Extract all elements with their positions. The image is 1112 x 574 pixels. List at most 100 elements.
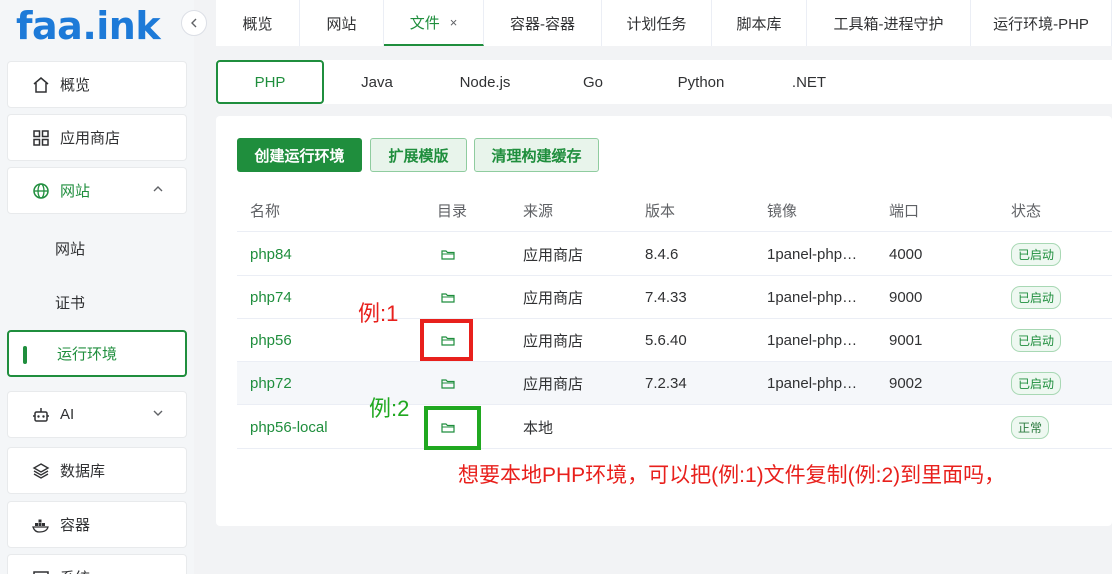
folder-icon[interactable] xyxy=(441,362,455,405)
port-cell: 4000 xyxy=(889,246,923,263)
runtime-tabs: PHP Java Node.js Go Python .NET xyxy=(216,60,1112,104)
image-cell: 1panel-php… xyxy=(767,289,858,306)
column-header: 状态 xyxy=(1011,202,1042,220)
runtime-name-link[interactable]: php72 xyxy=(250,362,292,405)
port-cell: 9000 xyxy=(889,289,923,306)
column-header: 镜像 xyxy=(767,202,798,220)
status-badge: 已启动 xyxy=(1011,329,1062,352)
extension-template-button[interactable]: 扩展模版 xyxy=(370,138,467,172)
sidebar-item-label: 网站 xyxy=(60,183,91,200)
version-cell: 7.2.34 xyxy=(645,375,687,392)
tab-label: 文件 xyxy=(409,14,440,32)
globe-icon xyxy=(32,182,50,200)
sidebar-item-ai[interactable]: AI xyxy=(7,391,187,438)
table-row[interactable]: php84 应用商店 8.4.6 1panel-php… 4000 已启动 xyxy=(237,233,1112,276)
status-badge: 已启动 xyxy=(1011,372,1062,395)
sidebar-item-overview[interactable]: 概览 xyxy=(7,61,187,108)
robot-icon xyxy=(32,406,50,424)
runtime-tab-java[interactable]: Java xyxy=(323,60,431,104)
image-cell xyxy=(767,405,859,449)
tab-overview[interactable]: 概览 xyxy=(216,0,300,46)
sidebar-subitem-runtime[interactable]: 运行环境 xyxy=(7,330,187,377)
tab-label: 网站 xyxy=(326,15,357,33)
sidebar-item-label: AI xyxy=(60,406,75,423)
clear-build-cache-button[interactable]: 清理构建缓存 xyxy=(474,138,599,172)
top-tab-bar: 概览 网站 文件 × 容器-容器 计划任务 脚本库 工具箱-进程守护 运行环境-P… xyxy=(216,0,1112,46)
grid-icon xyxy=(32,129,50,147)
monitor-icon xyxy=(32,569,50,574)
tab-files[interactable]: 文件 × xyxy=(384,0,484,46)
tab-toolbox[interactable]: 工具箱-进程守护 xyxy=(807,0,971,46)
tab-website[interactable]: 网站 xyxy=(300,0,384,46)
version-cell: 5.6.40 xyxy=(645,332,687,349)
status-cell: 已启动 xyxy=(1011,319,1062,362)
source-cell: 应用商店 xyxy=(523,247,584,264)
tab-scripts[interactable]: 脚本库 xyxy=(712,0,807,46)
port-cell: 9002 xyxy=(889,375,923,392)
runtime-name-link[interactable]: php84 xyxy=(250,233,292,276)
status-cell: 已启动 xyxy=(1011,362,1062,405)
version-cell: 8.4.6 xyxy=(645,246,679,263)
logo: faa.ink xyxy=(16,4,161,48)
column-header: 目录 xyxy=(437,202,468,220)
image-cell: 1panel-php… xyxy=(767,375,858,392)
annotation-red-box xyxy=(420,319,473,361)
tab-label: 脚本库 xyxy=(736,15,782,33)
runtime-tab-python[interactable]: Python xyxy=(647,60,755,104)
image-cell: 1panel-php… xyxy=(767,246,858,263)
sidebar-item-label: 数据库 xyxy=(60,463,106,480)
tab-runtime-php[interactable]: 运行环境-PHP xyxy=(971,0,1112,46)
annotation-example-2: 例:2 xyxy=(369,396,410,421)
active-indicator xyxy=(23,346,27,364)
runtime-tab-dotnet[interactable]: .NET xyxy=(755,60,863,104)
sidebar-item-app-store[interactable]: 应用商店 xyxy=(7,114,187,161)
sidebar: faa.ink 概览 应用商店 网站 网站 证书 运行环境 AI 数据库 容器 xyxy=(0,0,194,574)
runtime-name-link[interactable]: php56 xyxy=(250,319,292,362)
annotation-example-1: 例:1 xyxy=(358,301,399,326)
source-cell: 应用商店 xyxy=(523,333,584,350)
runtime-tab-php[interactable]: PHP xyxy=(216,60,324,104)
close-icon[interactable]: × xyxy=(450,15,458,30)
sidebar-subitem-label: 运行环境 xyxy=(57,346,118,363)
status-badge: 正常 xyxy=(1011,415,1050,439)
collapse-sidebar-button[interactable] xyxy=(181,10,207,36)
sidebar-item-label: 概览 xyxy=(60,77,91,94)
tab-label: 运行环境-PHP xyxy=(993,15,1089,33)
tab-cron[interactable]: 计划任务 xyxy=(602,0,712,46)
status-badge: 已启动 xyxy=(1011,243,1062,266)
layers-icon xyxy=(32,462,50,480)
create-runtime-button[interactable]: 创建运行环境 xyxy=(237,138,362,172)
sidebar-item-label: 系统 xyxy=(60,567,90,574)
runtime-tab-nodejs[interactable]: Node.js xyxy=(431,60,539,104)
sidebar-item-system[interactable]: 系统 xyxy=(7,554,187,574)
source-cell: 本地 xyxy=(523,419,554,437)
docker-icon xyxy=(32,516,50,534)
chevron-up-icon xyxy=(152,183,164,198)
column-header: 端口 xyxy=(889,202,920,220)
sidebar-subitem-website[interactable]: 网站 xyxy=(7,222,187,274)
annotation-question: 想要本地PHP环境，可以把(例:1)文件复制(例:2)到里面吗， xyxy=(458,464,1006,487)
table-header: 名称 目录 来源 版本 镜像 端口 状态 xyxy=(237,188,1112,232)
sidebar-item-label: 容器 xyxy=(60,517,91,534)
column-header: 名称 xyxy=(250,202,281,220)
home-icon xyxy=(32,76,50,94)
status-cell: 已启动 xyxy=(1011,233,1062,276)
sidebar-item-label: 应用商店 xyxy=(60,130,121,147)
tab-label: 工具箱-进程守护 xyxy=(833,15,944,33)
sidebar-subitem-label: 网站 xyxy=(55,240,86,258)
tab-label: 容器-容器 xyxy=(510,15,575,33)
runtime-name-link[interactable]: php74 xyxy=(250,276,292,319)
folder-icon[interactable] xyxy=(441,233,455,276)
folder-icon[interactable] xyxy=(441,276,455,319)
chevron-down-icon xyxy=(152,407,164,422)
runtime-tab-go[interactable]: Go xyxy=(539,60,647,104)
sidebar-item-database[interactable]: 数据库 xyxy=(7,447,187,494)
chevron-left-icon xyxy=(191,18,197,28)
tab-container[interactable]: 容器-容器 xyxy=(484,0,602,46)
runtime-name-link[interactable]: php56-local xyxy=(250,405,328,449)
tab-label: 概览 xyxy=(242,15,273,33)
sidebar-subitem-certificate[interactable]: 证书 xyxy=(7,276,187,328)
sidebar-item-website[interactable]: 网站 xyxy=(7,167,187,214)
column-header: 版本 xyxy=(645,202,676,220)
sidebar-item-container[interactable]: 容器 xyxy=(7,501,187,548)
